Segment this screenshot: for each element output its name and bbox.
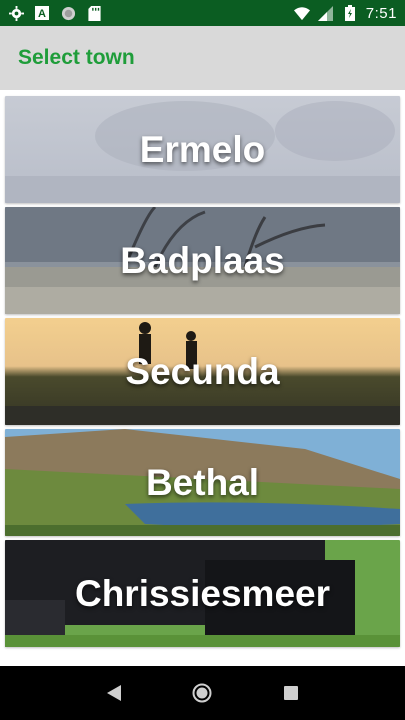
sd-card-icon xyxy=(86,5,102,21)
town-name: Bethal xyxy=(145,461,260,503)
signal-icon xyxy=(318,5,334,21)
recents-icon[interactable] xyxy=(279,681,303,705)
town-list[interactable]: Ermelo Badplaas Secunda Bethal Chrissies… xyxy=(0,92,405,666)
status-time: 7:51 xyxy=(365,4,397,22)
town-card-ermelo[interactable]: Ermelo xyxy=(5,96,400,203)
back-icon[interactable] xyxy=(102,681,126,705)
status-icons-left: A xyxy=(8,5,102,21)
wifi-icon xyxy=(293,5,310,21)
town-name: Chrissiesmeer xyxy=(74,572,331,614)
town-card-chrissiesmeer[interactable]: Chrissiesmeer xyxy=(5,540,400,647)
navigation-bar xyxy=(0,666,405,720)
town-card-badplaas[interactable]: Badplaas xyxy=(5,207,400,314)
font-icon: A xyxy=(34,5,50,21)
globe-icon xyxy=(60,5,76,21)
town-card-secunda[interactable]: Secunda xyxy=(5,318,400,425)
town-name: Badplaas xyxy=(120,239,285,281)
town-name: Secunda xyxy=(125,350,280,392)
status-icons-right: 7:51 xyxy=(293,4,397,22)
settings-icon xyxy=(8,5,24,21)
town-card-bethal[interactable]: Bethal xyxy=(5,429,400,536)
town-name: Ermelo xyxy=(139,128,266,170)
home-icon[interactable] xyxy=(190,681,214,705)
svg-text:A: A xyxy=(38,8,46,20)
page-title: Select town xyxy=(18,46,135,69)
battery-icon xyxy=(342,5,358,21)
status-bar: A 7:51 xyxy=(0,0,405,26)
app-bar: Select town xyxy=(0,26,405,90)
